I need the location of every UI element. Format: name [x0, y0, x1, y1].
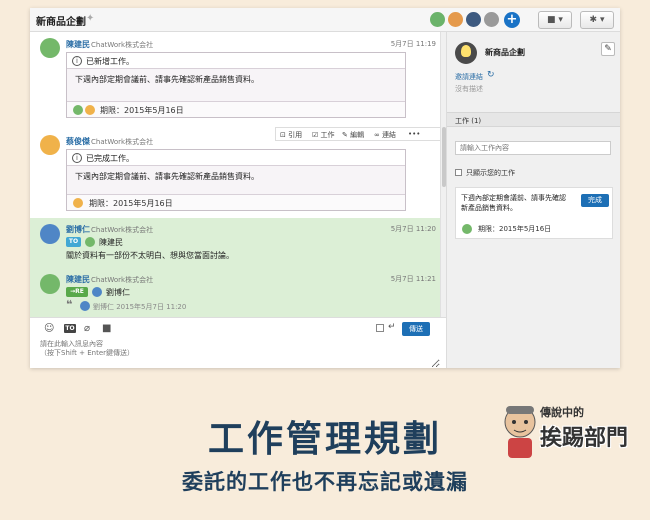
send-button[interactable]: 傳送	[402, 322, 430, 336]
site-logo: 傳說中的 挨踢部門	[500, 400, 640, 464]
quote-icon: ❝	[66, 298, 73, 311]
task-box: i 已完成工作。 下週內部定期會議前、請事先確認新產品銷售資料。 期限：2015…	[66, 149, 406, 211]
assignee-avatar	[73, 198, 83, 208]
logo-big-text: 挨踢部門	[540, 426, 629, 451]
room-name: 新商品企劃	[485, 48, 525, 57]
tasks-section-header: 工作 (1)	[447, 112, 620, 127]
timestamp: 5月7日 11:20	[390, 225, 436, 233]
add-member-button[interactable]: +	[504, 12, 520, 28]
task-card: 下週內部定期會議前、請事先確認新產品銷售資料。 完成 期限：2015年5月16日	[455, 187, 613, 239]
assignee-avatar	[462, 224, 472, 234]
assignee-avatar	[85, 105, 95, 115]
quote-avatar	[80, 301, 90, 311]
info-icon: i	[72, 153, 82, 163]
message-timeline: 陳建民 ChatWork株式会社 5月7日 11:19 i 已新增工作。 下週內…	[30, 32, 440, 317]
task-footer: 期限：2015年5月16日	[67, 101, 405, 117]
sender-org: ChatWork株式会社	[91, 226, 154, 234]
avatar[interactable]	[40, 135, 60, 155]
recipient-avatar	[85, 237, 95, 247]
caption-subtitle: 委託的工作也不再忘記或遺漏	[182, 470, 468, 494]
to-badge: TO	[66, 237, 81, 247]
task-due: 期限：2015年5月16日	[478, 225, 552, 233]
avatar[interactable]	[40, 38, 60, 58]
sender-org: ChatWork株式会社	[91, 276, 154, 284]
to-button[interactable]: TO	[64, 324, 76, 333]
reply-avatar	[92, 287, 102, 297]
message-composer: ☺ TO ⌀ ■ ↵ 傳送	[30, 317, 446, 368]
message-input[interactable]	[40, 340, 440, 368]
sender-org: ChatWork株式会社	[91, 41, 154, 49]
chatwork-window: 新商品企劃 ✦ + ■ ▾ ✱ ▾ 陳建民 ChatWork株式会社 5月7日 …	[30, 8, 620, 368]
room-header: 新商品企劃 ✦ + ■ ▾ ✱ ▾	[30, 8, 620, 32]
sender-name[interactable]: 蔡俊傑	[66, 136, 90, 147]
timestamp: 5月7日 11:19	[390, 40, 436, 48]
lightbulb-icon	[461, 45, 471, 57]
reply-badge[interactable]: →RE	[66, 287, 88, 297]
timestamp: 5月7日 11:21	[390, 275, 436, 283]
enter-icon: ↵	[388, 322, 396, 332]
attach-icon[interactable]: ⌀	[84, 323, 90, 334]
member-avatar[interactable]	[484, 12, 499, 27]
gear-icon: ✱	[589, 15, 598, 25]
task-text: 下週內部定期會議前、請事先確認新產品銷售資料。	[461, 194, 566, 212]
invite-link[interactable]: 邀請連結	[455, 72, 483, 82]
task-header: i 已完成工作。	[67, 150, 405, 166]
sender-name[interactable]: 陳建民	[66, 274, 90, 285]
task-header: i 已新增工作。	[67, 53, 405, 69]
room-title: 新商品企劃	[36, 17, 86, 28]
edit-icon[interactable]: ✎	[601, 42, 615, 56]
member-avatar[interactable]	[448, 12, 463, 27]
avatar[interactable]	[40, 274, 60, 294]
info-icon: i	[72, 56, 82, 66]
recipient-name: 陳建民	[99, 238, 123, 247]
file-menu-button[interactable]: ■ ▾	[538, 11, 572, 29]
settings-menu-button[interactable]: ✱ ▾	[580, 11, 614, 29]
task-footer: 期限：2015年5月16日	[67, 194, 405, 210]
sender-name[interactable]: 陳建民	[66, 39, 90, 50]
avatar[interactable]	[40, 224, 60, 244]
folder-icon: ■	[547, 15, 556, 25]
member-avatar[interactable]	[430, 12, 445, 27]
room-sidebar: 新商品企劃 ✎ 邀請連結 ↻ 沒有描述 工作 (1) 只顯示您的工作 下週內部定…	[446, 32, 620, 368]
message: 劉博仁 ChatWork株式会社 5月7日 11:20 TO 陳建民 關於資料有…	[30, 218, 440, 268]
sender-org: ChatWork株式会社	[91, 138, 154, 146]
message: 陳建民 ChatWork株式会社 5月7日 11:19 i 已新增工作。 下週內…	[30, 32, 440, 127]
emoji-icon[interactable]: ☺	[44, 323, 54, 334]
mascot-icon	[504, 406, 536, 458]
message-body: 關於資料有一部份不太明白、想與您當面討論。	[66, 251, 234, 260]
logo-small-text: 傳說中的	[540, 406, 584, 419]
video-icon[interactable]: ■	[102, 323, 111, 334]
task-box: i 已新增工作。 下週內部定期會議前、請事先確認新產品銷售資料。 期限：2015…	[66, 52, 406, 118]
sender-name[interactable]: 劉博仁	[66, 224, 90, 235]
pin-icon[interactable]: ✦	[86, 13, 94, 24]
task-input[interactable]	[455, 141, 611, 155]
room-description: 沒有描述	[455, 85, 483, 93]
reply-name: 劉博仁	[106, 288, 130, 297]
only-mine-checkbox[interactable]	[455, 169, 462, 176]
assigner-avatar	[73, 105, 83, 115]
message: 陳建民 ChatWork株式会社 5月7日 11:21 →RE 劉博仁 ❝ 劉博…	[30, 268, 440, 317]
task-body: 下週內部定期會議前、請事先確認新產品銷售資料。	[75, 75, 259, 84]
task-due: 期限：2015年5月16日	[100, 106, 184, 115]
done-button[interactable]: 完成	[581, 194, 609, 207]
refresh-icon[interactable]: ↻	[487, 70, 495, 80]
quote-source: 劉博仁 2015年5月7日 11:20	[93, 303, 187, 311]
message: 蔡俊傑 ChatWork株式会社 i 已完成工作。 下週內部定期會議前、請事先確…	[30, 130, 440, 218]
task-body: 下週內部定期會議前、請事先確認新產品銷售資料。	[75, 172, 259, 181]
member-avatar[interactable]	[466, 12, 481, 27]
only-mine-label: 只顯示您的工作	[466, 169, 515, 177]
task-due: 期限：2015年5月16日	[89, 199, 173, 208]
enter-send-checkbox[interactable]	[376, 324, 384, 332]
